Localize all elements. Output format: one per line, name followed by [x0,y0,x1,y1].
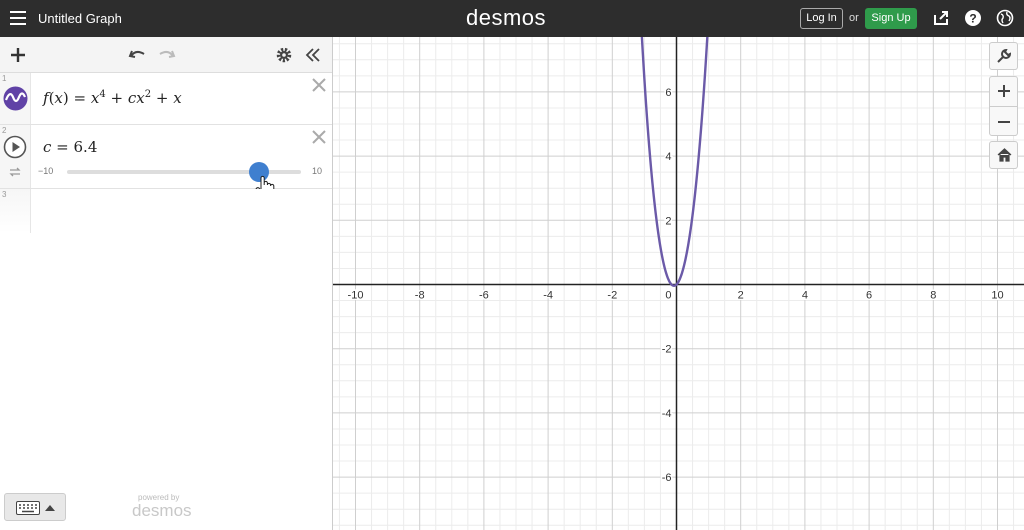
signup-button[interactable]: Sign Up [865,8,917,29]
formula-x: x [54,89,63,107]
x-tick-label: 10 [991,290,1003,302]
hamburger-icon[interactable] [10,11,26,25]
y-tick-label: 6 [665,87,671,99]
zoom-divider [990,106,1017,107]
loop-icon[interactable] [8,166,22,178]
zoom-controls [989,76,1018,136]
y-tick-label: 2 [665,215,671,227]
collapse-icon[interactable] [304,46,322,64]
home-icon [997,148,1012,162]
x-tick-label: 2 [738,290,744,302]
x-tick-label: -6 [479,290,489,302]
wrench-icon [997,48,1012,63]
formula-plus-2: + [155,89,174,107]
slider-equals: = [51,138,74,156]
or-label: or [849,12,859,24]
play-icon[interactable] [3,135,27,159]
expression-row-3[interactable]: 3 [0,189,332,233]
expression-gutter: 3 [0,189,31,233]
slider-max-label[interactable]: 10 [312,166,322,176]
expression-row-2[interactable]: 2 c = 6.4 [0,125,332,189]
globe-icon[interactable] [996,9,1014,27]
function-curve [640,37,709,287]
share-icon[interactable] [932,9,950,27]
desmos-logo: desmos [466,5,547,30]
keyboard-icon [16,501,40,515]
expression-row-1[interactable]: 1 f(x) = x4 + cx2 + x [0,73,332,125]
expression-number: 3 [2,190,7,199]
graph-canvas[interactable]: -10 -8 -6 -4 -2 0 2 4 6 8 10 6 4 2 -2 -4 -6 [333,37,1024,530]
x-tick-label: -2 [607,290,617,302]
x-tick-label: -8 [415,290,425,302]
expression-gutter: 1 [0,73,31,124]
login-button[interactable]: Log In [800,8,843,29]
caret-up-icon [45,505,55,511]
close-icon[interactable] [312,78,326,92]
keyboard-toggle-button[interactable] [4,493,66,521]
formula-term-x4: x4 [90,89,106,107]
x-tick-label: 4 [802,290,808,302]
formula-plus-1: + [110,89,128,107]
expression-toolbar [0,37,332,73]
x-tick-label: 8 [930,290,936,302]
zoom-in-icon[interactable] [997,84,1011,98]
formula-equals: = [73,89,91,107]
undo-icon[interactable] [128,46,146,64]
expression-number: 2 [2,126,7,135]
x-tick-label: 0 [665,290,671,302]
x-tick-label: -4 [543,290,553,302]
powered-by-logo: desmos [132,501,192,520]
function-icon[interactable] [3,86,28,111]
formula-term-cx2: cx2 [127,89,152,107]
expression-gutter: 2 [0,125,31,188]
graph-settings-button[interactable] [989,42,1018,70]
y-tick-label: -2 [662,344,672,356]
expression-number: 1 [2,74,7,83]
graph-title[interactable]: Untitled Graph [38,11,122,26]
svg-text:?: ? [969,12,976,26]
redo-icon[interactable] [158,46,176,64]
slider-expression[interactable]: c = 6.4 [43,138,97,156]
default-viewport-button[interactable] [989,141,1018,169]
x-tick-label: -10 [348,290,364,302]
x-tick-label: 6 [866,290,872,302]
graph-paper[interactable]: -10 -8 -6 -4 -2 0 2 4 6 8 10 6 4 2 -2 -4 -6 [333,37,1024,530]
top-bar: Untitled Graph desmos Log In or Sign Up … [0,0,1024,37]
slider-min-label[interactable]: −10 [38,166,53,176]
expression-formula[interactable]: f(x) = x4 + cx2 + x [43,89,182,107]
formula-term-x: x [173,89,182,107]
y-tick-label: -6 [662,472,672,484]
y-tick-label: -4 [662,408,672,420]
expression-panel: 1 f(x) = x4 + cx2 + x 2 c = 6.4 −10 10 3… [0,37,333,530]
close-icon[interactable] [312,130,326,144]
plus-icon[interactable] [9,46,27,64]
zoom-out-icon[interactable] [997,115,1011,129]
slider-value: 6.4 [73,138,98,156]
formula-paren-close: ) [62,89,69,107]
help-icon[interactable]: ? [964,9,982,27]
settings-icon[interactable] [275,46,293,64]
y-tick-label: 4 [665,151,671,163]
